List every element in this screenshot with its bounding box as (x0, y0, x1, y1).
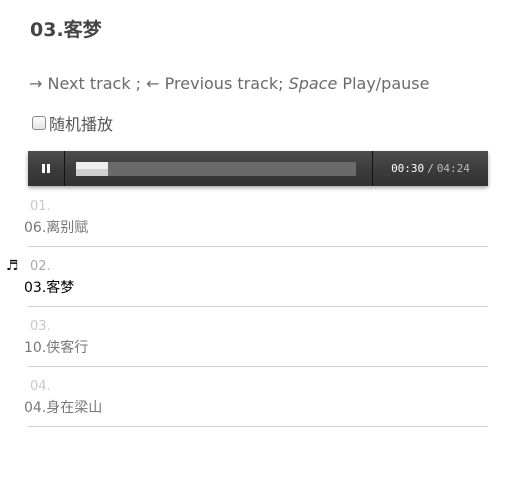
progress-scrubber[interactable] (76, 162, 356, 176)
playlist-item-current[interactable]: ♬ 02. 03.客梦 (0, 253, 518, 313)
playlist-item[interactable]: 01. 06.离别赋 (0, 193, 518, 253)
playlist-item-number: 02. (30, 259, 51, 274)
played-time: 00:30 (391, 162, 425, 175)
playlist-item-name: 10.侠客行 (24, 340, 89, 356)
playlist-item-name: 06.离别赋 (24, 220, 89, 236)
playlist-divider (28, 246, 488, 247)
shuffle-label: 随机播放 (49, 115, 114, 134)
playlist-item[interactable]: 03. 10.侠客行 (0, 313, 518, 373)
pause-icon-bar (47, 164, 50, 173)
music-player-page: 03.客梦 → Next track ; ← Previous track; S… (0, 0, 518, 477)
shuffle-checkbox[interactable] (32, 116, 46, 130)
playlist-item[interactable]: 04. 04.身在梁山 (0, 373, 518, 433)
now-playing-title: 03.客梦 (30, 19, 102, 41)
next-track-label: Next track ; (47, 74, 142, 93)
audio-player: 00:30 / 04:24 (28, 151, 488, 186)
playlist-divider (28, 366, 488, 367)
playlist-item-name: 03.客梦 (24, 280, 75, 296)
playlist: 01. 06.离别赋 ♬ 02. 03.客梦 03. 10.侠客行 04. 04… (0, 193, 518, 433)
time-separator: / (427, 162, 434, 175)
playlist-item-name: 04.身在梁山 (24, 400, 103, 416)
shuffle-toggle[interactable]: 随机播放 (32, 112, 113, 134)
right-arrow-key: → (29, 74, 43, 93)
pause-icon (42, 164, 45, 173)
play-pause-label: Play/pause (342, 74, 430, 93)
playlist-divider (28, 426, 488, 427)
playlist-item-number: 03. (30, 319, 51, 334)
duration-time: 04:24 (436, 162, 470, 175)
playlist-item-number: 04. (30, 379, 51, 394)
loaded-bar (76, 162, 356, 176)
left-arrow-key: ← (146, 74, 160, 93)
playlist-item-number: 01. (30, 199, 51, 214)
time-display: 00:30 / 04:24 (372, 151, 488, 186)
space-key: Space (288, 74, 338, 93)
played-bar (76, 162, 108, 176)
previous-track-label: Previous track; (164, 74, 284, 93)
keyboard-shortcuts-hint: → Next track ; ← Previous track; Space P… (29, 73, 429, 95)
playlist-divider (28, 306, 488, 307)
pause-button[interactable] (28, 151, 65, 186)
music-note-icon: ♬ (6, 258, 19, 274)
